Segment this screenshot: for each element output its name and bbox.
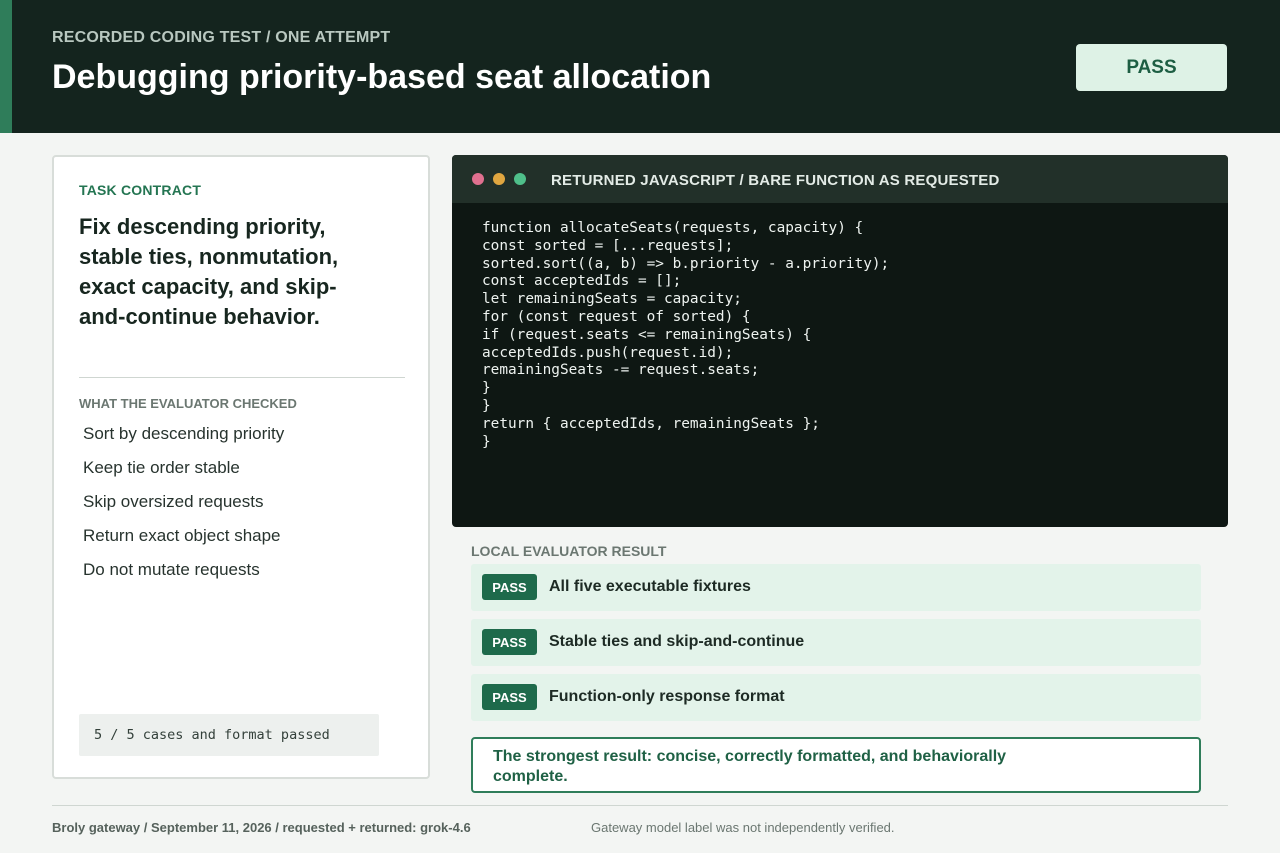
check-item: Skip oversized requests: [83, 492, 264, 511]
divider: [79, 377, 405, 378]
code-panel-header: RETURNED JAVASCRIPT / BARE FUNCTION AS R…: [452, 155, 1228, 203]
header-eyebrow: RECORDED CODING TEST / ONE ATTEMPT: [52, 29, 391, 46]
contract-headline: Fix descending priority, stable ties, no…: [79, 214, 339, 329]
verdict-text: The strongest result: concise, correctly…: [493, 748, 1007, 785]
verdict-box: The strongest result: concise, correctly…: [471, 737, 1201, 793]
result-row: PASS All five executable fixtures: [471, 564, 1201, 611]
window-maximize-dot-icon: [514, 173, 526, 185]
accent-bar: [0, 0, 12, 133]
check-list: Sort by descending priority Keep tie ord…: [83, 423, 284, 593]
status-badge: PASS: [1076, 44, 1227, 91]
check-item: Keep tie order stable: [83, 458, 240, 477]
page-title: Debugging priority-based seat allocation: [52, 58, 712, 96]
footer-divider: [52, 805, 1228, 806]
code-panel: RETURNED JAVASCRIPT / BARE FUNCTION AS R…: [452, 155, 1228, 527]
pass-tag: PASS: [482, 684, 537, 710]
result-label: LOCAL EVALUATOR RESULT: [471, 543, 667, 559]
result-text: Stable ties and skip-and-continue: [549, 633, 805, 650]
summary-box: 5 / 5 cases and format passed: [79, 714, 379, 756]
window-minimize-dot-icon: [493, 173, 505, 185]
window-close-dot-icon: [472, 173, 484, 185]
checked-label: WHAT THE EVALUATOR CHECKED: [79, 396, 297, 411]
result-row: PASS Stable ties and skip-and-continue: [471, 619, 1201, 666]
result-text: All five executable fixtures: [549, 578, 751, 595]
footer-note: Gateway model label was not independentl…: [591, 820, 895, 835]
result-row: PASS Function-only response format: [471, 674, 1201, 721]
header: RECORDED CODING TEST / ONE ATTEMPT Debug…: [0, 0, 1280, 133]
footer-source: Broly gateway / September 11, 2026 / req…: [52, 820, 471, 835]
result-text: Function-only response format: [549, 688, 785, 705]
check-item: Do not mutate requests: [83, 560, 260, 579]
code-block: function allocateSeats(requests, capacit…: [482, 220, 890, 450]
code-panel-title: RETURNED JAVASCRIPT / BARE FUNCTION AS R…: [551, 172, 1000, 189]
contract-eyebrow: TASK CONTRACT: [79, 182, 202, 198]
task-contract-card: TASK CONTRACT Fix descending priority, s…: [52, 155, 430, 779]
check-item: Sort by descending priority: [83, 424, 285, 443]
check-item: Return exact object shape: [83, 526, 281, 545]
pass-tag: PASS: [482, 574, 537, 600]
pass-tag: PASS: [482, 629, 537, 655]
